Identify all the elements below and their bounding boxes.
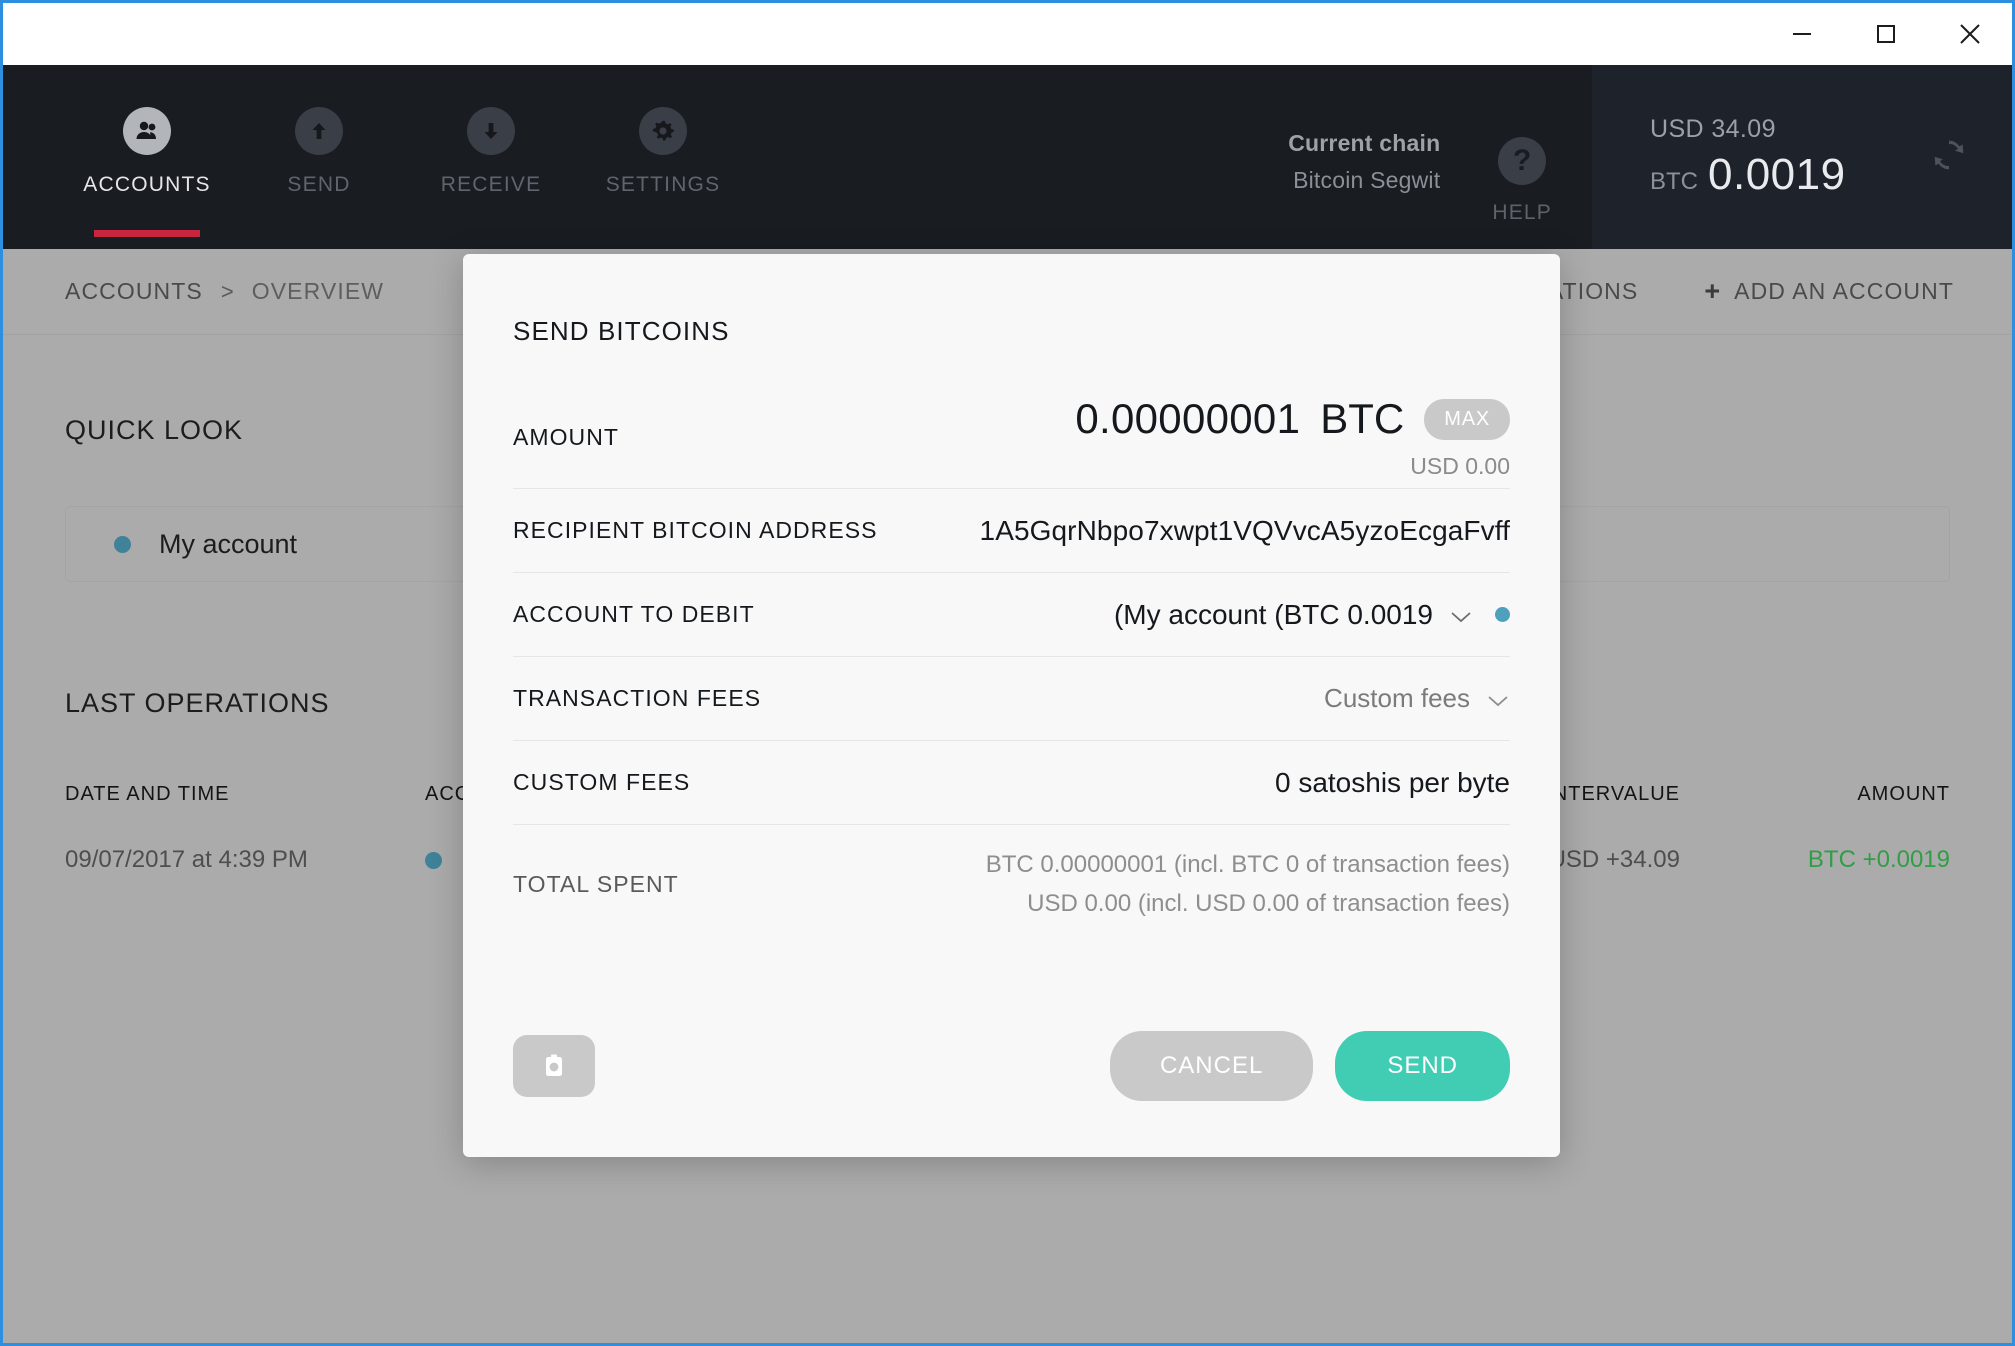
label-amount: AMOUNT bbox=[513, 424, 619, 450]
add-account-button[interactable]: + ADD AN ACCOUNT bbox=[1704, 276, 1954, 307]
maximize-icon bbox=[1877, 25, 1895, 43]
row-recipient-address: RECIPIENT BITCOIN ADDRESS 1A5GqrNbpo7xwp… bbox=[513, 488, 1510, 572]
modal-footer: CANCEL SEND bbox=[513, 1031, 1510, 1101]
close-button[interactable] bbox=[1928, 4, 2012, 64]
label-account-to-debit: ACCOUNT TO DEBIT bbox=[513, 601, 755, 627]
cell-amount: BTC +0.0019 bbox=[1807, 846, 1950, 873]
footer-actions: CANCEL SEND bbox=[1109, 1031, 1510, 1101]
label-custom-fees: CUSTOM FEES bbox=[513, 769, 691, 795]
row-total-spent: TOTAL SPENT BTC 0.00000001 (incl. BTC 0 … bbox=[513, 824, 1510, 944]
help-button[interactable]: ? HELP bbox=[1492, 89, 1592, 225]
plus-icon: + bbox=[1704, 276, 1721, 306]
account-name: My account bbox=[159, 528, 298, 559]
camera-icon bbox=[546, 1054, 562, 1076]
total-spent-usd: USD 0.00 (incl. USD 0.00 of transaction … bbox=[1027, 889, 1510, 917]
send-arrow-up-icon bbox=[295, 107, 343, 155]
row-amount: AMOUNT 0.00000001 BTC MAX USD 0.00 bbox=[513, 381, 1510, 488]
cell-date: 09/07/2017 at 4:39 PM bbox=[65, 846, 308, 873]
row-account-to-debit: ACCOUNT TO DEBIT (My account (BTC 0.0019 bbox=[513, 572, 1510, 656]
camera-button[interactable] bbox=[513, 1035, 595, 1097]
total-spent-btc: BTC 0.00000001 (incl. BTC 0 of transacti… bbox=[985, 850, 1510, 878]
nav-label-send: SEND bbox=[287, 173, 351, 196]
amount-line: 0.00000001 BTC MAX bbox=[913, 395, 1510, 443]
account-color-dot bbox=[114, 535, 131, 553]
column-header-date: DATE AND TIME bbox=[65, 783, 230, 805]
receive-arrow-down-icon bbox=[467, 107, 515, 155]
nav-active-indicator bbox=[94, 230, 200, 237]
account-to-debit-value: (My account (BTC 0.0019 bbox=[1113, 598, 1433, 630]
breadcrumb-accounts[interactable]: ACCOUNTS bbox=[65, 278, 203, 305]
title-bar bbox=[3, 3, 2012, 65]
nav-item-settings[interactable]: SETTINGS bbox=[577, 65, 749, 197]
row-account-color-dot bbox=[425, 852, 442, 870]
nav-item-accounts[interactable]: ACCOUNTS bbox=[61, 65, 233, 237]
label-recipient-address: RECIPIENT BITCOIN ADDRESS bbox=[513, 517, 878, 543]
breadcrumb-separator: > bbox=[220, 278, 234, 304]
chevron-down-icon bbox=[1486, 683, 1510, 715]
current-chain-title: Current chain bbox=[1288, 130, 1441, 156]
refresh-sync-icon[interactable] bbox=[1926, 132, 1972, 183]
amount-fiat-equivalent: USD 0.00 bbox=[1410, 453, 1510, 479]
nav-item-receive[interactable]: RECEIVE bbox=[405, 65, 577, 197]
label-transaction-fees: TRANSACTION FEES bbox=[513, 685, 762, 711]
transaction-fees-value: Custom fees bbox=[1324, 683, 1470, 713]
nav-item-send[interactable]: SEND bbox=[233, 65, 405, 197]
balance-panel: USD 34.09 BTC 0.0019 bbox=[1592, 65, 2012, 249]
account-color-dot bbox=[1495, 607, 1510, 622]
nav-label-receive: RECEIVE bbox=[440, 173, 542, 196]
top-navigation-bar: ACCOUNTS SEND RECEIVE SETTINGS Current c… bbox=[3, 65, 2012, 249]
row-transaction-fees: TRANSACTION FEES Custom fees bbox=[513, 656, 1510, 740]
column-header-amount: AMOUNT bbox=[1857, 783, 1950, 805]
balance-text: USD 34.09 BTC 0.0019 bbox=[1650, 115, 1926, 200]
maximize-button[interactable] bbox=[1844, 4, 1928, 64]
chain-and-help: Current chain Bitcoin Segwit ? HELP bbox=[1288, 65, 1592, 249]
gear-icon bbox=[639, 107, 687, 155]
custom-fees-input[interactable]: 0 satoshis per byte bbox=[913, 767, 1510, 799]
balance-crypto: BTC 0.0019 bbox=[1650, 150, 1926, 200]
amount-input[interactable]: 0.00000001 bbox=[1075, 395, 1300, 443]
add-account-label: ADD AN ACCOUNT bbox=[1734, 278, 1954, 304]
minimize-button[interactable] bbox=[1760, 4, 1844, 64]
nav-label-settings: SETTINGS bbox=[605, 173, 721, 196]
balance-ticker: BTC bbox=[1650, 167, 1698, 195]
recipient-address-input[interactable]: 1A5GqrNbpo7xwpt1VQVvcA5yzoEcgaFvff bbox=[913, 515, 1510, 547]
chevron-down-icon bbox=[1449, 599, 1473, 631]
transaction-fees-select[interactable]: Custom fees bbox=[913, 683, 1510, 715]
nav-label-accounts: ACCOUNTS bbox=[83, 173, 211, 196]
help-label: HELP bbox=[1492, 201, 1552, 224]
accounts-icon bbox=[123, 107, 171, 155]
row-custom-fees: CUSTOM FEES 0 satoshis per byte bbox=[513, 740, 1510, 824]
amount-field-group: 0.00000001 BTC MAX USD 0.00 bbox=[913, 395, 1510, 480]
nav-items: ACCOUNTS SEND RECEIVE SETTINGS bbox=[3, 65, 749, 249]
total-spent-values: BTC 0.00000001 (incl. BTC 0 of transacti… bbox=[913, 846, 1510, 924]
current-chain-value: Bitcoin Segwit bbox=[1293, 167, 1441, 193]
balance-fiat: USD 34.09 bbox=[1650, 114, 1776, 143]
breadcrumb-overview[interactable]: OVERVIEW bbox=[252, 278, 384, 305]
send-button[interactable]: SEND bbox=[1335, 1031, 1510, 1101]
balance-amount: 0.0019 bbox=[1708, 149, 1846, 199]
send-bitcoins-modal: SEND BITCOINS AMOUNT 0.00000001 BTC MAX … bbox=[463, 254, 1560, 1157]
modal-title: SEND BITCOINS bbox=[513, 316, 730, 346]
application-window: ACCOUNTS SEND RECEIVE SETTINGS Current c… bbox=[0, 0, 2015, 1346]
current-chain: Current chain Bitcoin Segwit bbox=[1288, 120, 1492, 194]
max-button[interactable]: MAX bbox=[1424, 398, 1510, 440]
amount-unit: BTC bbox=[1320, 395, 1405, 442]
account-to-debit-select[interactable]: (My account (BTC 0.0019 bbox=[913, 599, 1510, 631]
minimize-icon bbox=[1793, 33, 1811, 35]
question-mark-icon: ? bbox=[1498, 137, 1547, 185]
label-total-spent: TOTAL SPENT bbox=[513, 871, 679, 897]
close-icon bbox=[1960, 24, 1980, 44]
cancel-button[interactable]: CANCEL bbox=[1109, 1031, 1314, 1101]
